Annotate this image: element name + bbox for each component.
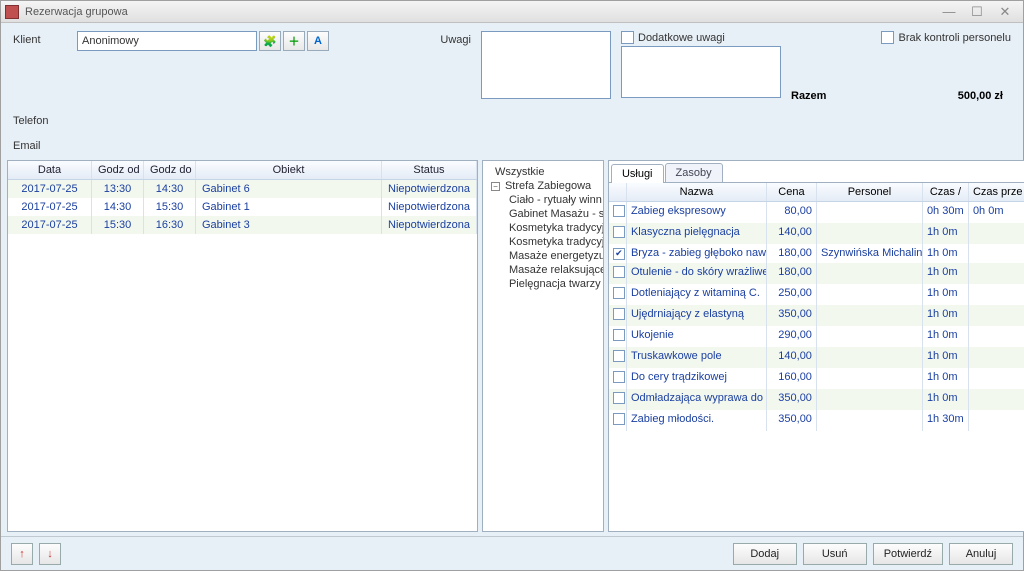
services-panel: Usługi Zasoby Nazwa Cena Personel Czas /… (608, 160, 1024, 532)
category-tree: Wszystkie −Strefa ZabiegowaCiało - rytua… (482, 160, 604, 532)
service-row[interactable]: Zabieg ekspresowy80,000h 30m0h 0m (609, 202, 1024, 223)
notes-textarea[interactable] (481, 31, 611, 99)
service-row[interactable]: Ukojenie290,001h 0m (609, 326, 1024, 347)
service-row[interactable]: Klasyczna pielęgnacja140,001h 0m (609, 223, 1024, 244)
confirm-button[interactable]: Potwierdź (873, 543, 943, 565)
col-staff[interactable]: Personel (817, 183, 923, 201)
service-row[interactable]: Odmładzająca wyprawa do tropil350,001h 0… (609, 389, 1024, 410)
col-object[interactable]: Obiekt (196, 161, 382, 179)
service-row[interactable]: Ujędrniający z elastyną350,001h 0m (609, 305, 1024, 326)
group-reservation-window: Rezerwacja grupowa — ☐ ✕ Klient 🧩 ＋ А Uw… (0, 0, 1024, 571)
maximize-button[interactable]: ☐ (963, 4, 991, 20)
service-checkbox[interactable] (613, 287, 625, 299)
move-down-button[interactable]: ↓ (39, 543, 61, 565)
client-add-button[interactable]: ＋ (283, 31, 305, 51)
service-checkbox[interactable] (613, 329, 625, 341)
tree-group[interactable]: −Strefa Zabiegowa (485, 179, 601, 193)
tab-resources[interactable]: Zasoby (665, 163, 723, 182)
service-checkbox[interactable] (613, 308, 625, 320)
add-button[interactable]: Dodaj (733, 543, 797, 565)
client-input[interactable] (77, 31, 257, 51)
client-label: Klient (13, 31, 73, 46)
total-value: 500,00 zł (958, 90, 1003, 102)
tab-services[interactable]: Usługi (611, 164, 664, 183)
col-prep-time[interactable]: Czas prze (969, 183, 1024, 201)
minimize-button[interactable]: — (935, 4, 963, 19)
client-lookup-button[interactable]: 🧩 (259, 31, 281, 51)
phone-label: Telefon (13, 112, 73, 127)
footer: ↑ ↓ Dodaj Usuń Potwierdź Anuluj (1, 536, 1023, 570)
col-time[interactable]: Czas / (923, 183, 969, 201)
col-time-to[interactable]: Godz do (144, 161, 196, 179)
tree-item[interactable]: Pielęgnacja twarzy - (485, 277, 601, 291)
tree-root[interactable]: Wszystkie (485, 165, 601, 179)
service-checkbox[interactable]: ✔ (613, 248, 625, 260)
reservations-grid: Data Godz od Godz do Obiekt Status 2017-… (7, 160, 478, 532)
service-checkbox[interactable] (613, 226, 625, 238)
tree-item[interactable]: Kosmetyka tradycyjna (485, 235, 601, 249)
tree-item[interactable]: Masaże energetyzując (485, 249, 601, 263)
window-title: Rezerwacja grupowa (25, 6, 128, 18)
service-checkbox[interactable] (613, 205, 625, 217)
col-check[interactable] (609, 183, 627, 201)
service-checkbox[interactable] (613, 413, 625, 425)
reservation-row[interactable]: 2017-07-2513:3014:30Gabinet 6Niepotwierd… (8, 180, 477, 198)
total-label: Razem (791, 90, 826, 102)
notes-label: Uwagi (411, 31, 471, 46)
service-row[interactable]: Do cery trądzikowej160,001h 0m (609, 368, 1024, 389)
service-checkbox[interactable] (613, 266, 625, 278)
close-button[interactable]: ✕ (991, 4, 1019, 20)
tree-item[interactable]: Ciało - rytuały winn (485, 193, 601, 207)
service-row[interactable]: Otulenie - do skóry wrażliwej180,001h 0m (609, 263, 1024, 284)
move-up-button[interactable]: ↑ (11, 543, 33, 565)
tree-item[interactable]: Gabinet Masażu - sta (485, 207, 601, 221)
titlebar: Rezerwacja grupowa — ☐ ✕ (1, 1, 1023, 23)
col-date[interactable]: Data (8, 161, 92, 179)
delete-button[interactable]: Usuń (803, 543, 867, 565)
cancel-button[interactable]: Anuluj (949, 543, 1013, 565)
col-price[interactable]: Cena (767, 183, 817, 201)
extra-notes-textarea[interactable] (621, 46, 781, 98)
client-info-button[interactable]: А (307, 31, 329, 51)
col-status[interactable]: Status (382, 161, 477, 179)
service-checkbox[interactable] (613, 371, 625, 383)
tree-item[interactable]: Kosmetyka tradycyjna (485, 221, 601, 235)
col-name[interactable]: Nazwa (627, 183, 767, 201)
service-checkbox[interactable] (613, 350, 625, 362)
extra-notes-checkbox[interactable] (621, 31, 634, 44)
extra-notes-label: Dodatkowe uwagi (638, 32, 725, 44)
service-row[interactable]: Dotleniający z witaminą C.250,001h 0m (609, 284, 1024, 305)
col-time-from[interactable]: Godz od (92, 161, 144, 179)
email-label: Email (13, 137, 73, 152)
app-icon (5, 5, 19, 19)
service-row[interactable]: Truskawkowe pole140,001h 0m (609, 347, 1024, 368)
no-staff-control-label: Brak kontroli personelu (898, 32, 1011, 44)
service-checkbox[interactable] (613, 392, 625, 404)
tree-item[interactable]: Masaże relaksujące (485, 263, 601, 277)
reservation-row[interactable]: 2017-07-2514:3015:30Gabinet 1Niepotwierd… (8, 198, 477, 216)
service-row[interactable]: ✔Bryza - zabieg głęboko nawilżają180,00S… (609, 244, 1024, 263)
header-area: Klient 🧩 ＋ А Uwagi Dodatkowe uwagi Brak … (1, 23, 1023, 156)
no-staff-control-checkbox[interactable] (881, 31, 894, 44)
service-row[interactable]: Zabieg młodości.350,001h 30m (609, 410, 1024, 431)
reservation-row[interactable]: 2017-07-2515:3016:30Gabinet 3Niepotwierd… (8, 216, 477, 234)
